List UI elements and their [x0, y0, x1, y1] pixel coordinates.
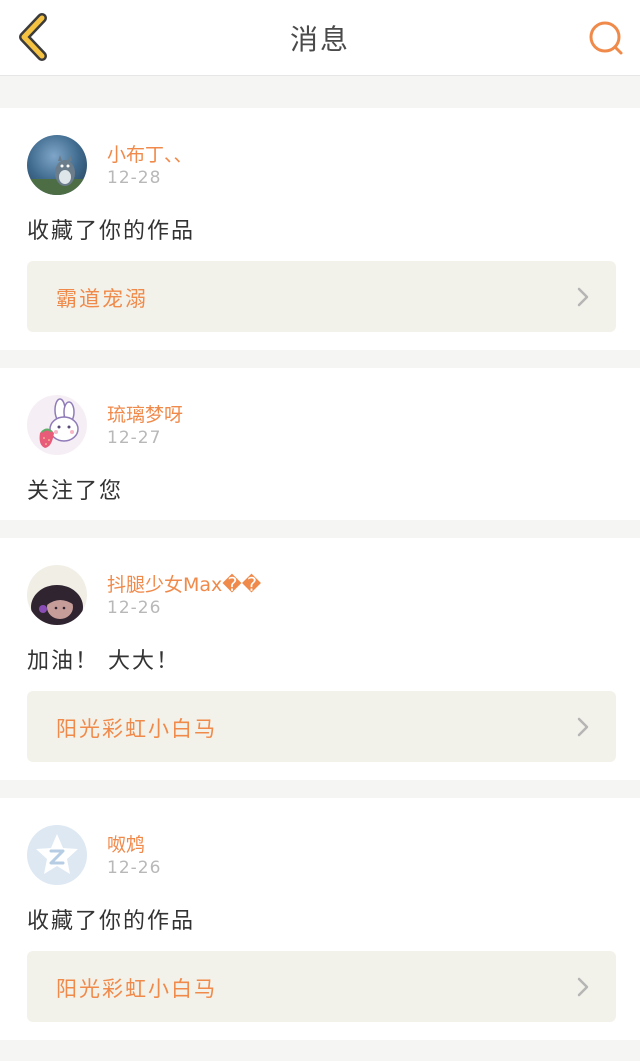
- work-title: 阳光彩虹小白马: [56, 717, 217, 741]
- default-z-avatar-icon: [27, 825, 87, 885]
- chevron-right-icon: [577, 977, 589, 997]
- user-name[interactable]: 小布丁、、: [107, 140, 193, 167]
- girl-photo-avatar-icon: [27, 565, 87, 625]
- message-text: 加油！ 大大！: [27, 649, 180, 674]
- work-link[interactable]: 霸道宠溺: [27, 261, 616, 332]
- user-avatar[interactable]: [27, 135, 87, 195]
- user-avatar[interactable]: [27, 395, 87, 455]
- page-title: 消息: [289, 23, 350, 56]
- work-link[interactable]: 阳光彩虹小白马: [27, 691, 616, 762]
- bunny-strawberry-avatar-icon: [27, 395, 87, 455]
- message-date: 12-28: [107, 168, 162, 188]
- message-text: 收藏了你的作品: [27, 909, 196, 934]
- user-name[interactable]: 琉璃梦呀: [107, 400, 183, 427]
- search-button[interactable]: [586, 18, 626, 58]
- work-link[interactable]: 阳光彩虹小白马: [27, 951, 616, 1022]
- message-card: 抖腿少女Max�� 12-26 加油！ 大大！ 阳光彩虹小白马: [0, 538, 640, 780]
- chevron-right-icon: [577, 717, 589, 737]
- top-nav-bar: 消息: [0, 0, 640, 76]
- work-title: 霸道宠溺: [56, 287, 148, 311]
- work-title: 阳光彩虹小白马: [56, 977, 217, 1001]
- user-name[interactable]: 抖腿少女Max��: [107, 570, 261, 597]
- message-card: 小布丁、、 12-28 收藏了你的作品 霸道宠溺: [0, 108, 640, 350]
- message-date: 12-26: [107, 858, 162, 878]
- message-date: 12-27: [107, 428, 162, 448]
- message-card: 呶鸩 12-26 收藏了你的作品 阳光彩虹小白马: [0, 798, 640, 1040]
- chevron-right-icon: [577, 287, 589, 307]
- totoro-avatar-icon: [27, 135, 87, 195]
- message-date: 12-26: [107, 598, 162, 618]
- message-text: 关注了您: [27, 479, 124, 504]
- message-card: 琉璃梦呀 12-27 关注了您: [0, 368, 640, 520]
- user-avatar[interactable]: [27, 825, 87, 885]
- user-avatar[interactable]: [27, 565, 87, 625]
- message-text: 收藏了你的作品: [27, 219, 196, 244]
- search-icon: [589, 21, 623, 55]
- user-name[interactable]: 呶鸩: [107, 830, 145, 857]
